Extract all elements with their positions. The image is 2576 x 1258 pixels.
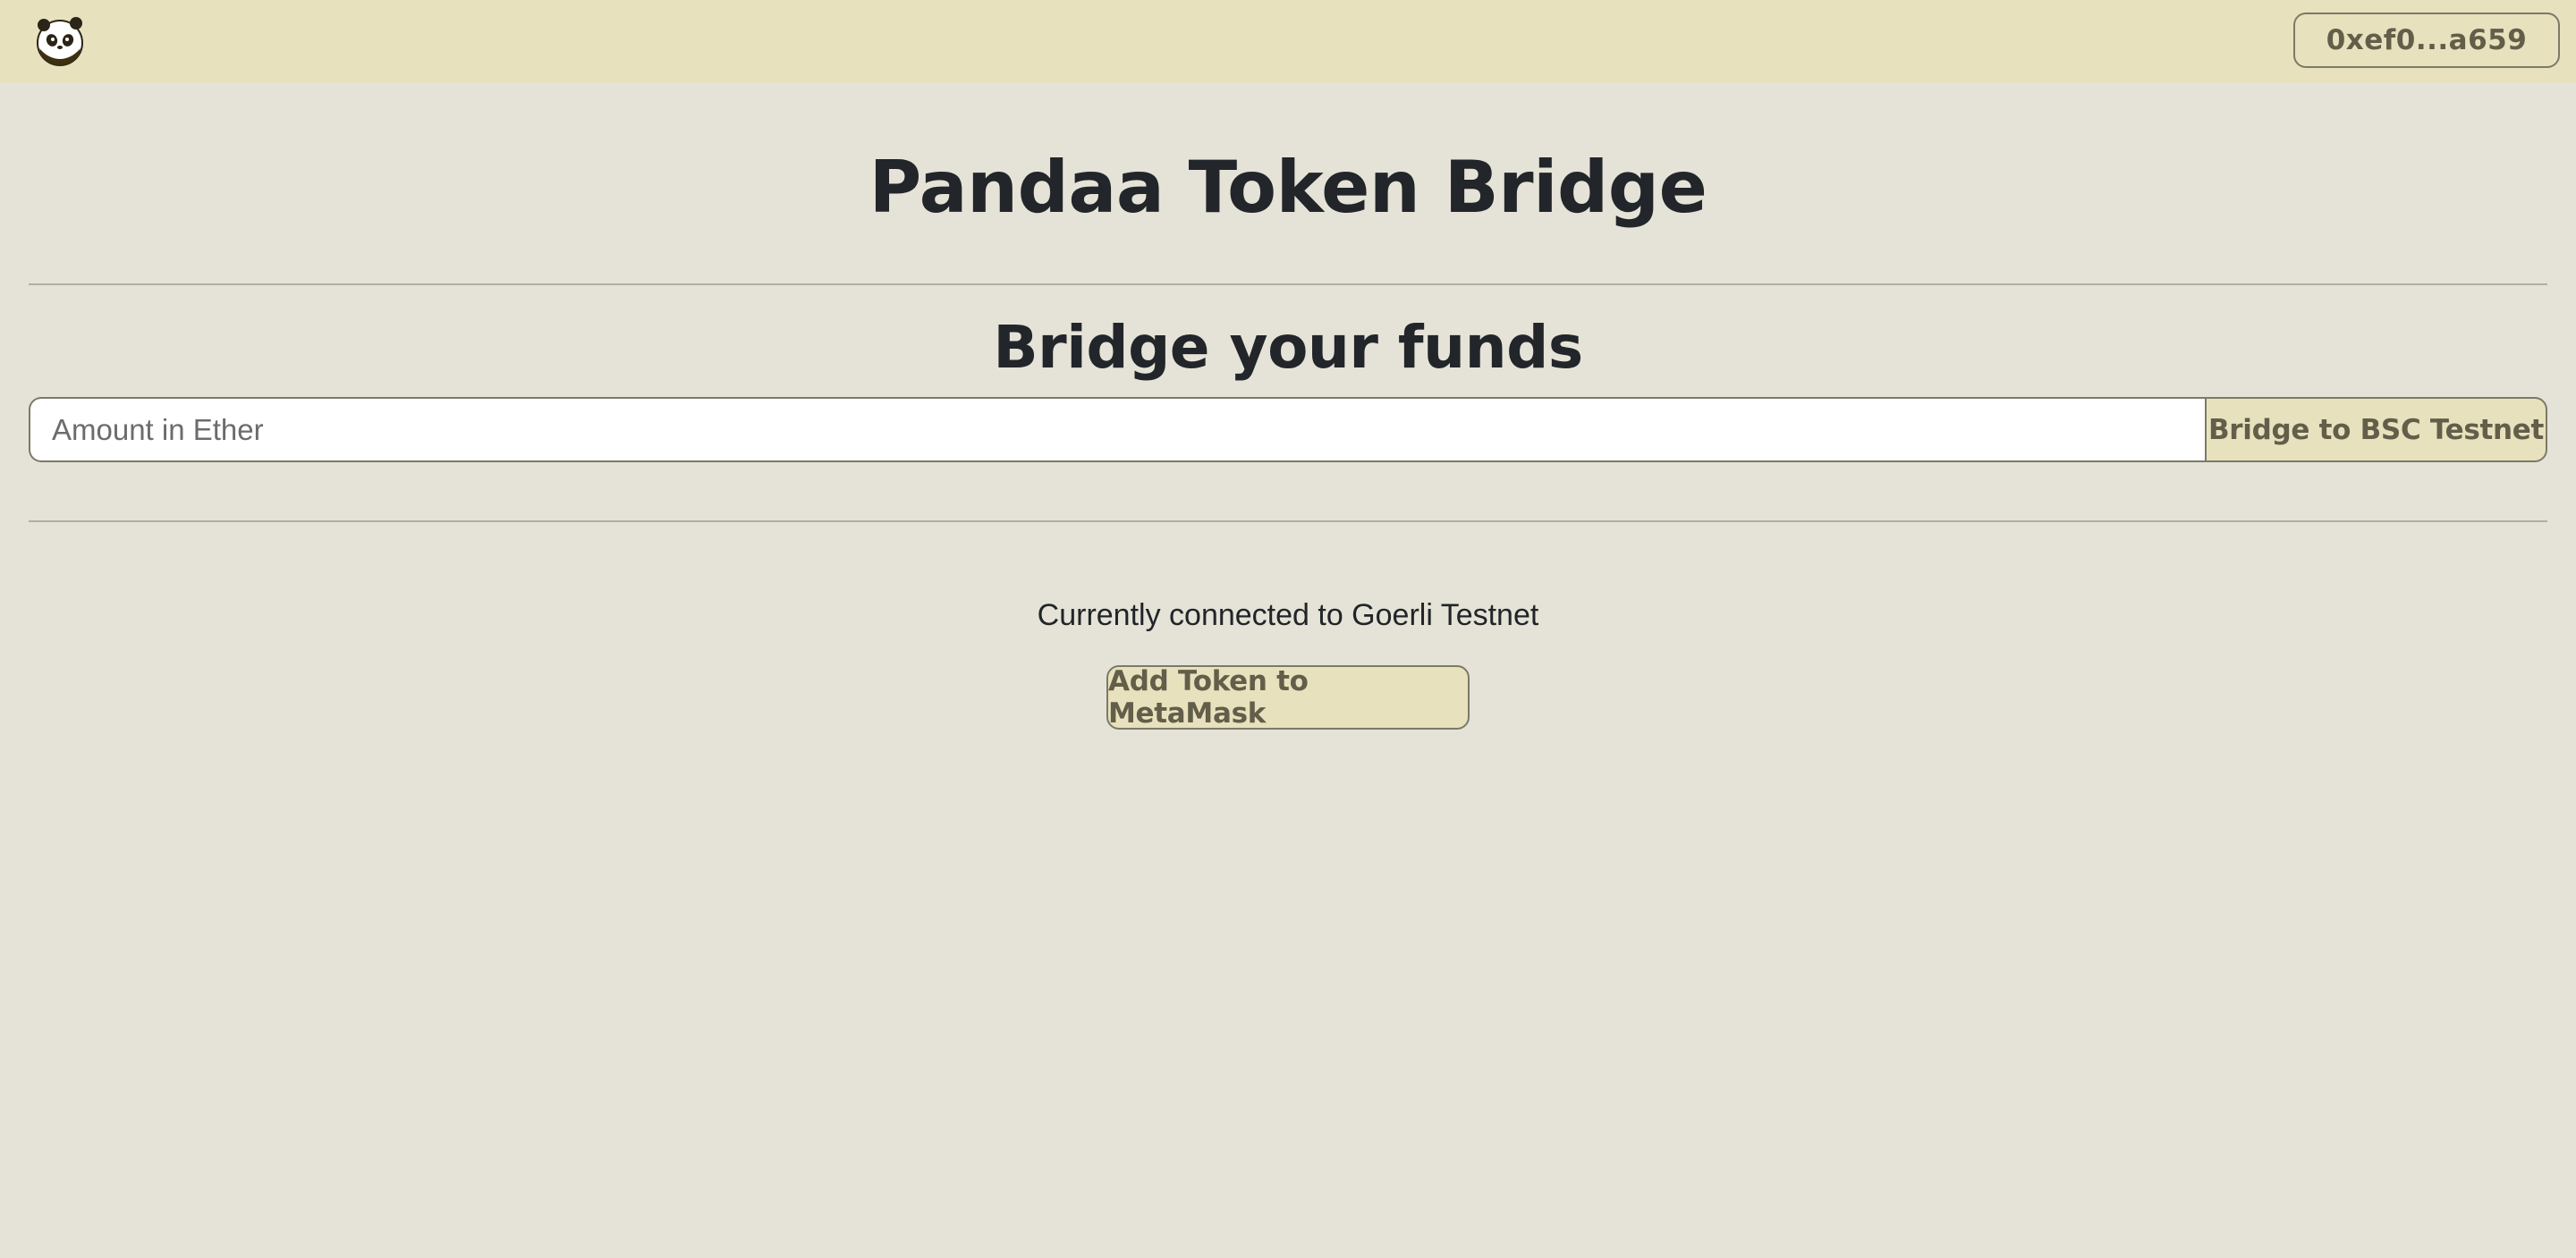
navbar: 0xef0...a659 [0,0,2576,83]
section-heading: Bridge your funds [993,313,1583,382]
amount-input[interactable] [29,397,2205,462]
divider-top [29,283,2547,285]
network-status-text: Currently connected to Goerli Testnet [1037,598,1539,632]
wallet-address-button[interactable]: 0xef0...a659 [2293,13,2560,68]
page-title: Pandaa Token Bridge [869,146,1707,229]
bridge-form: Bridge to BSC Testnet [29,397,2547,462]
bridge-button[interactable]: Bridge to BSC Testnet [2205,397,2547,462]
panda-logo-icon[interactable] [32,13,88,68]
divider-bottom [29,520,2547,522]
add-token-to-metamask-button[interactable]: Add Token to MetaMask [1106,665,1470,730]
